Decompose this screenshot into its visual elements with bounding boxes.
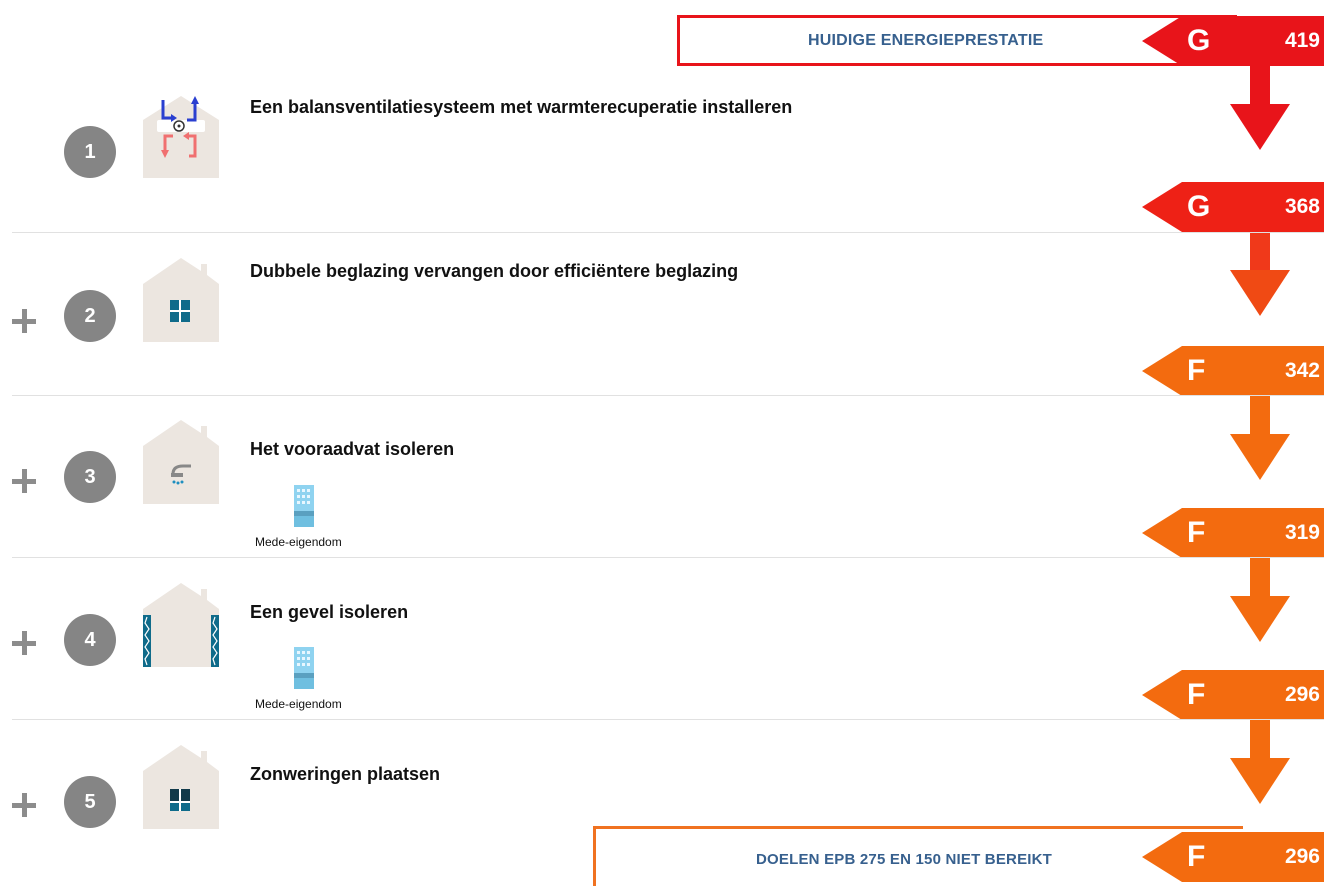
rating-tag-after-step-4: F 296: [1142, 670, 1324, 720]
step-title: Een gevel isoleren: [250, 602, 409, 622]
plus-icon: [12, 469, 36, 493]
rating-value: 296: [1284, 683, 1320, 706]
rating-class: G: [1187, 24, 1211, 57]
rating-value: 419: [1284, 29, 1320, 52]
rating-class: F: [1187, 678, 1206, 711]
step-title: Dubbele beglazing vervangen door efficië…: [250, 261, 739, 281]
step-number: 4: [64, 614, 116, 666]
plus-icon: [12, 631, 36, 655]
rating-tag-after-step-2: F 342: [1142, 346, 1324, 396]
rating-class: G: [1187, 190, 1211, 223]
facade-house-icon: [143, 583, 219, 667]
step-number: 3: [64, 451, 116, 503]
step-number: 5: [64, 776, 116, 828]
step-divider: [12, 557, 1324, 558]
plus-icon: [12, 793, 36, 817]
rating-class: F: [1187, 516, 1206, 549]
step-title: Het vooraadvat isoleren: [250, 439, 455, 459]
target-not-reached-label: DOELEN EPB 275 EN 150 NIET BEREIKT: [756, 851, 1053, 868]
step-title: Een balansventilatiesysteem met warmtere…: [250, 97, 793, 117]
rating-tag-after-step-3: F 319: [1142, 508, 1324, 558]
current-performance-label: HUIDIGE ENERGIEPRESTATIE: [808, 32, 1044, 49]
ventilation-house-icon: [143, 96, 219, 178]
step-divider: [12, 395, 1324, 396]
glazing-house-icon: [143, 258, 219, 342]
boiler-house-icon: [143, 420, 219, 504]
co-ownership-label: Mede-eigendom: [255, 535, 342, 549]
rating-class: F: [1187, 354, 1206, 387]
rating-tag-after-step-1: G 368: [1142, 182, 1324, 232]
step-title: Zonweringen plaatsen: [250, 764, 441, 784]
co-ownership-building-icon: [294, 647, 314, 689]
step-divider: [12, 719, 1324, 720]
rating-value: 319: [1284, 521, 1320, 544]
plus-icon: [12, 309, 36, 333]
rating-value: 342: [1284, 359, 1320, 382]
step-number: 2: [64, 290, 116, 342]
co-ownership-building-icon: [294, 485, 314, 527]
rating-value: 296: [1284, 845, 1320, 868]
step-divider: [12, 232, 1324, 233]
rating-value: 368: [1284, 195, 1320, 218]
step-number: 1: [64, 126, 116, 178]
shading-house-icon: [143, 745, 219, 829]
co-ownership-label: Mede-eigendom: [255, 697, 342, 711]
rating-class: F: [1187, 840, 1206, 873]
